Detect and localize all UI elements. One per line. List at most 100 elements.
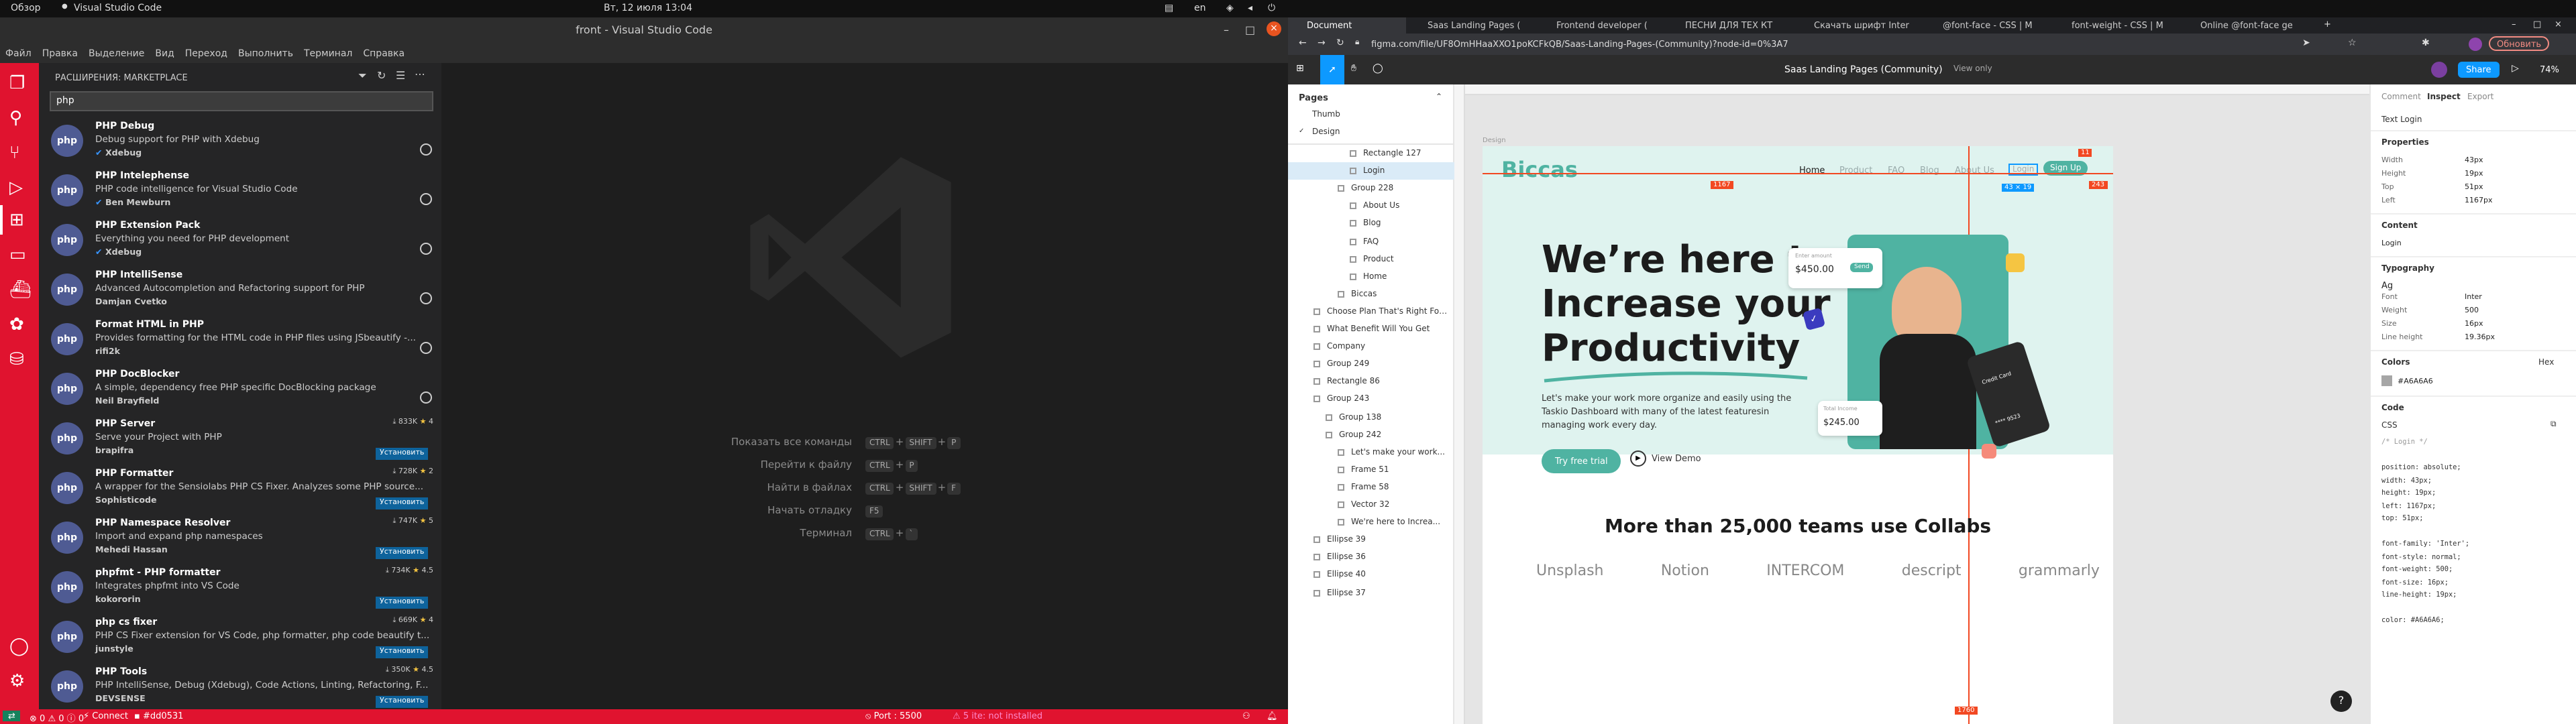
- hand-tool-icon[interactable]: ✋︎: [1351, 63, 1356, 75]
- menu-view[interactable]: Вид: [155, 48, 174, 59]
- comment-tool-icon[interactable]: ◯: [1373, 63, 1383, 74]
- tab-document[interactable]: Document: [1288, 17, 1406, 34]
- tab-comment[interactable]: Comment: [2381, 93, 2421, 102]
- layer-row[interactable]: We're here to Increa...: [1288, 514, 1454, 531]
- install-button[interactable]: Установить: [376, 547, 429, 559]
- notifications-icon[interactable]: 🔔︎: [1267, 711, 1278, 721]
- design-frame[interactable]: Biccas Home Product FAQ Blog About Us Lo…: [1483, 146, 2113, 724]
- more-icon[interactable]: ⋯: [415, 68, 425, 80]
- shortcut-row[interactable]: Найти в файлах CTRL + SHIFT + F: [576, 481, 1154, 497]
- layer-row[interactable]: Login: [1288, 162, 1454, 180]
- database-icon[interactable]: ⛁: [9, 350, 24, 370]
- menu-terminal[interactable]: Терминал: [304, 48, 352, 59]
- share-button[interactable]: Share: [2458, 62, 2500, 78]
- layer-row[interactable]: Rectangle 127: [1288, 145, 1454, 162]
- page-thumb[interactable]: Thumb: [1312, 110, 1340, 119]
- explorer-icon[interactable]: ❐: [9, 74, 25, 94]
- layer-row[interactable]: About Us: [1288, 198, 1454, 215]
- maximize-icon[interactable]: □: [1245, 24, 1255, 36]
- manage-gear-icon[interactable]: [420, 243, 432, 255]
- extension-item[interactable]: php PHP Tools PHP IntelliSense, Debug (Xde…: [39, 662, 441, 712]
- remote-explorer-icon[interactable]: ▭: [9, 245, 26, 265]
- clock[interactable]: Вт, 12 июля 13:04: [604, 3, 692, 13]
- extension-item[interactable]: php PHP Debug Debug support for PHP with X…: [39, 117, 441, 166]
- back-icon[interactable]: ←: [1299, 38, 1307, 48]
- extension-item[interactable]: php PHP Extension Pack Everything you need…: [39, 216, 441, 265]
- min-icon[interactable]: –: [2512, 19, 2516, 29]
- layer-row[interactable]: Let's make your work...: [1288, 443, 1454, 461]
- layer-row[interactable]: Biccas: [1288, 286, 1454, 303]
- connect-button[interactable]: ⚡ Connect: [83, 711, 128, 721]
- manage-gear-icon[interactable]: [420, 391, 432, 404]
- close-icon[interactable]: ×: [1267, 21, 1281, 36]
- layer-row[interactable]: Choose Plan That's Right For ...: [1288, 303, 1454, 320]
- forward-icon[interactable]: →: [1318, 38, 1326, 48]
- layer-row[interactable]: Ellipse 37: [1288, 584, 1454, 601]
- shortcut-row[interactable]: Терминал CTRL + `: [576, 527, 1154, 543]
- tab-export[interactable]: Export: [2467, 93, 2493, 102]
- install-button[interactable]: Установить: [376, 696, 429, 708]
- layer-row[interactable]: Group 138: [1288, 408, 1454, 426]
- account-status-icon[interactable]: ⚇: [1242, 711, 1250, 721]
- extension-item[interactable]: php PHP DocBlocker A simple, dependency fr…: [39, 365, 441, 414]
- run-debug-icon[interactable]: ▷: [9, 178, 23, 198]
- source-control-icon[interactable]: ⑂: [9, 143, 20, 164]
- menu-go[interactable]: Переход: [185, 48, 227, 59]
- network-icon[interactable]: ◈: [1226, 3, 1234, 13]
- layer-row[interactable]: Ellipse 40: [1288, 566, 1454, 584]
- tab-songs[interactable]: ПЕСНИ ДЛЯ ТЕХ КТ: [1666, 17, 1795, 34]
- layer-row[interactable]: Group 249: [1288, 355, 1454, 373]
- install-button[interactable]: Установить: [376, 448, 429, 460]
- extensions-icon[interactable]: ⊞: [9, 210, 24, 231]
- tab-figma[interactable]: Saas Landing Pages (: [1409, 17, 1538, 34]
- extension-item[interactable]: php PHP Namespace Resolver Import and expa…: [39, 514, 441, 563]
- help-button[interactable]: ?: [2330, 690, 2352, 712]
- current-app-label[interactable]: Visual Studio Code: [74, 3, 162, 13]
- layer-row[interactable]: Product: [1288, 250, 1454, 267]
- manage-gear-icon[interactable]: [420, 143, 432, 156]
- reload-icon[interactable]: ↻: [1336, 38, 1344, 48]
- menu-run[interactable]: Выполнить: [238, 48, 293, 59]
- tab-font-face-gen[interactable]: Online @font-face ge: [2182, 17, 2310, 34]
- extension-item[interactable]: php PHP IntelliSense Advanced Autocompleti…: [39, 265, 441, 315]
- remote-indicator[interactable]: ⇄: [3, 711, 21, 721]
- layer-row[interactable]: Home: [1288, 267, 1454, 285]
- shortcut-row[interactable]: Начать отладку F5: [576, 504, 1154, 520]
- install-button[interactable]: Установить: [376, 646, 429, 658]
- update-button[interactable]: Обновить: [2489, 36, 2550, 51]
- profile-avatar[interactable]: [2469, 38, 2482, 51]
- account-icon[interactable]: ◯: [9, 637, 29, 657]
- activities-button[interactable]: Обзор: [11, 3, 41, 13]
- layer-row[interactable]: Ellipse 36: [1288, 549, 1454, 566]
- settings-gear-icon[interactable]: ⚙: [9, 672, 25, 692]
- install-button[interactable]: Установить: [376, 597, 429, 609]
- tab-frontend[interactable]: Frontend developer (: [1538, 17, 1666, 34]
- layer-row[interactable]: Frame 58: [1288, 479, 1454, 496]
- manage-gear-icon[interactable]: [420, 342, 432, 354]
- volume-icon[interactable]: ◂: [1248, 3, 1252, 13]
- docker-icon[interactable]: ⛴: [9, 280, 32, 300]
- filter-icon[interactable]: ⏷: [358, 70, 367, 83]
- install-button[interactable]: Установить: [376, 497, 429, 509]
- refresh-icon[interactable]: ↻: [377, 70, 386, 82]
- layer-row[interactable]: Group 242: [1288, 426, 1454, 443]
- tab-font-weight[interactable]: font-weight - CSS | M: [2053, 17, 2182, 34]
- php-status[interactable]: ⚠ 5 ite: not installed: [953, 711, 1042, 721]
- user-avatar[interactable]: [2431, 62, 2447, 78]
- layer-row[interactable]: Vector 32: [1288, 496, 1454, 514]
- code-lang-select[interactable]: CSS: [2381, 421, 2398, 430]
- minimize-icon[interactable]: –: [1224, 24, 1229, 36]
- layer-row[interactable]: FAQ: [1288, 233, 1454, 250]
- calendar-icon[interactable]: ▤: [1165, 3, 1173, 13]
- power-icon[interactable]: ⏻: [1268, 3, 1275, 15]
- extension-item[interactable]: php PHP Formatter A wrapper for the Sensio…: [39, 464, 441, 514]
- extension-item[interactable]: php phpfmt - PHP formatter Integrates phpf…: [39, 563, 441, 613]
- layer-row[interactable]: Frame 51: [1288, 461, 1454, 479]
- share-page-icon[interactable]: ➤: [2302, 38, 2310, 48]
- new-tab-icon[interactable]: +: [2324, 19, 2331, 29]
- tab-font-face[interactable]: @font-face - CSS | M: [1924, 17, 2053, 34]
- close-browser-icon[interactable]: ×: [2555, 19, 2562, 29]
- zoom-level[interactable]: 74%: [2540, 64, 2559, 75]
- language-indicator[interactable]: en: [1194, 3, 1206, 13]
- clear-icon[interactable]: ☰: [396, 70, 405, 82]
